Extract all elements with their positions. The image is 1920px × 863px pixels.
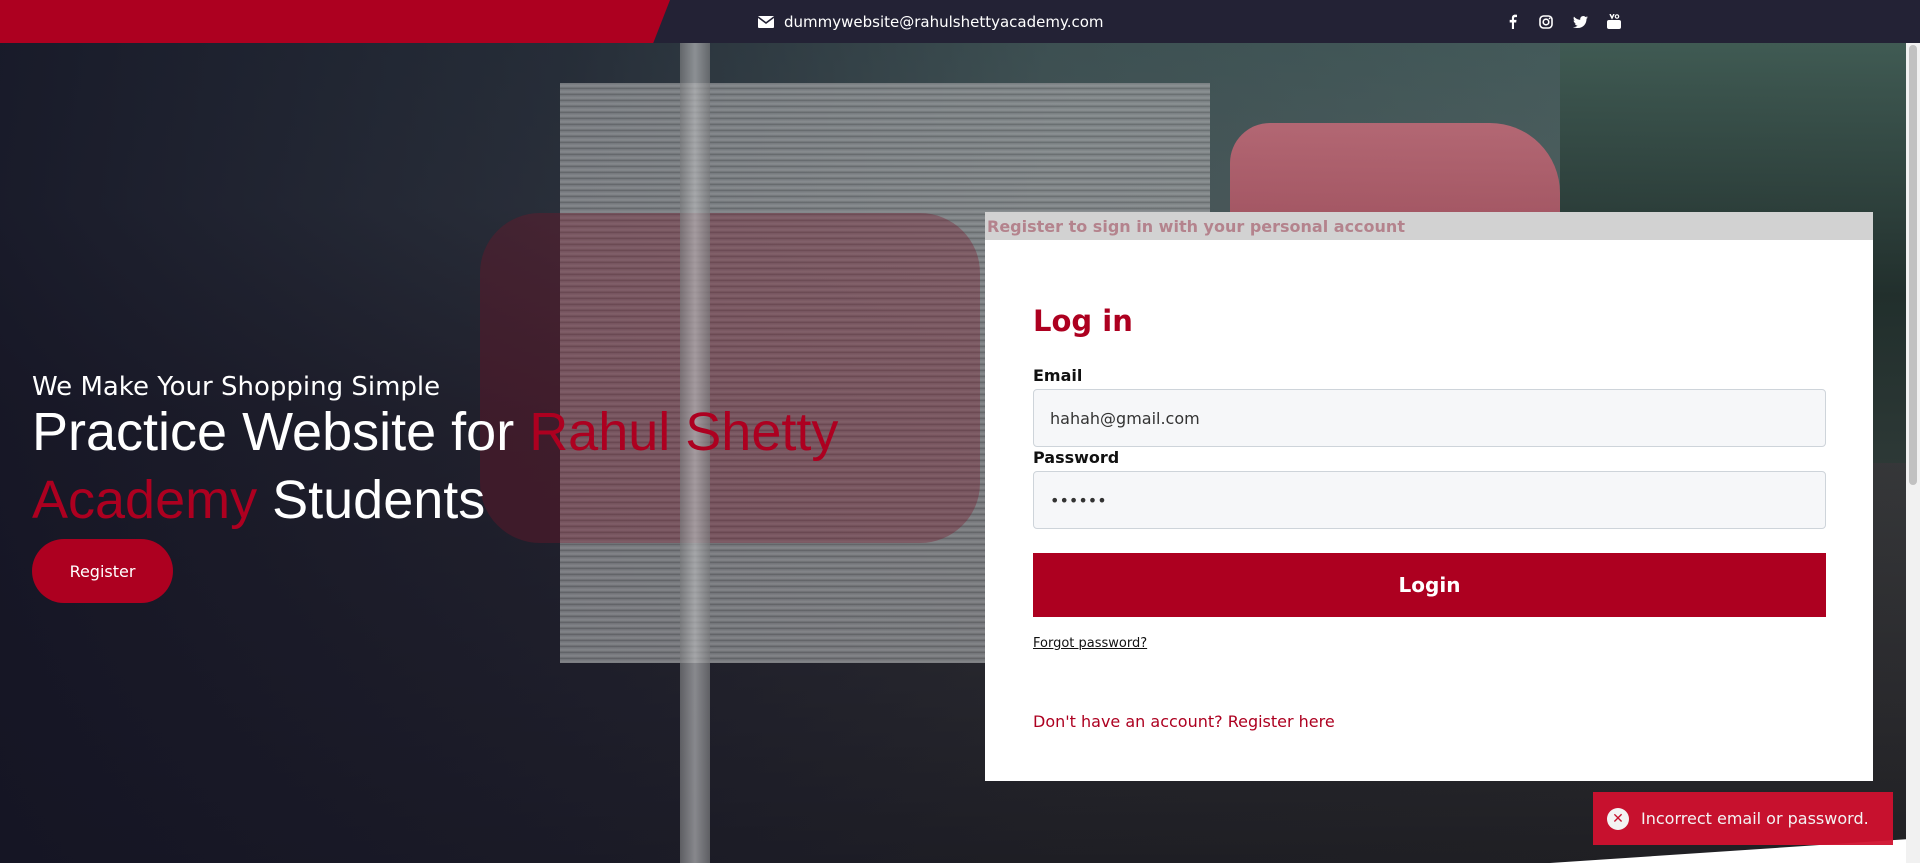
email-label: Email	[1033, 366, 1083, 385]
instagram-icon[interactable]	[1538, 14, 1554, 30]
top-bar: dummywebsite@rahulshettyacademy.com	[0, 0, 1920, 43]
login-title: Log in	[1033, 304, 1133, 338]
toast-message: Incorrect email or password.	[1641, 809, 1869, 828]
page-scrollbar[interactable]	[1906, 43, 1920, 863]
youtube-icon[interactable]	[1606, 14, 1622, 30]
password-field[interactable]: ••••••	[1033, 471, 1826, 529]
register-button[interactable]: Register	[32, 539, 173, 603]
envelope-icon	[758, 15, 774, 28]
email-field[interactable]: hahah@gmail.com	[1033, 389, 1826, 447]
twitter-icon[interactable]	[1572, 14, 1588, 30]
error-toast[interactable]: ✕ Incorrect email or password.	[1593, 792, 1893, 845]
facebook-icon[interactable]	[1504, 14, 1520, 30]
social-links	[1504, 0, 1622, 43]
close-circle-icon: ✕	[1607, 807, 1629, 830]
login-button[interactable]: Login	[1033, 553, 1826, 617]
headline-text: Practice Website for	[32, 402, 530, 462]
hero-headline: Practice Website for Rahul Shetty Academ…	[32, 398, 932, 534]
topbar-accent	[0, 0, 670, 43]
headline-suffix: Students	[257, 470, 486, 530]
scrollbar-thumb[interactable]	[1909, 45, 1917, 485]
contact-email-text: dummywebsite@rahulshettyacademy.com	[784, 12, 1104, 31]
contact-email[interactable]: dummywebsite@rahulshettyacademy.com	[758, 0, 1104, 43]
login-card: Log in Email hahah@gmail.com Password ••…	[985, 240, 1873, 781]
register-here-link[interactable]: Don't have an account? Register here	[1033, 712, 1335, 731]
login-banner: Register to sign in with your personal a…	[985, 212, 1873, 240]
forgot-password-link[interactable]: Forgot password?	[1033, 636, 1147, 651]
password-label: Password	[1033, 448, 1120, 467]
